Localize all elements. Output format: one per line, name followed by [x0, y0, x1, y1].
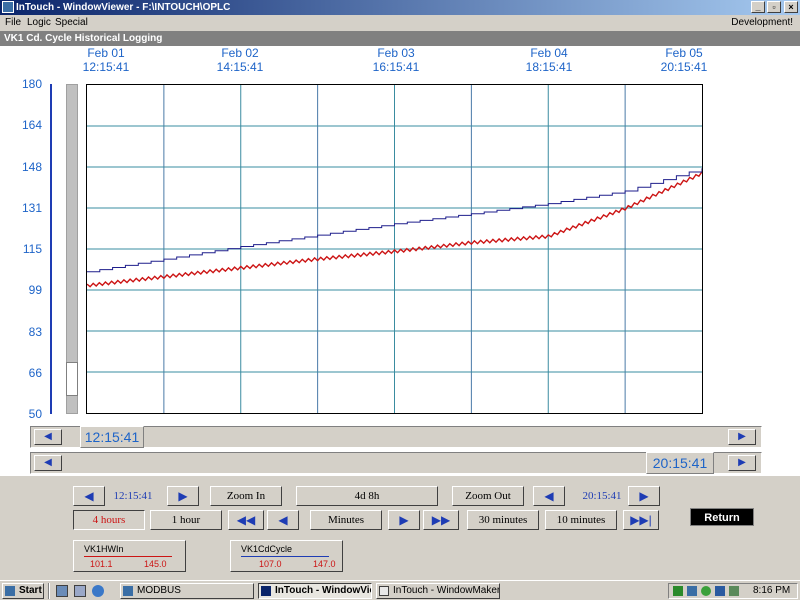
pen-max-value: 145.0 — [144, 559, 167, 569]
scroll-left-button[interactable]: ◀ — [34, 455, 62, 471]
windows-logo-icon — [5, 586, 15, 596]
taskbar-item-label: InTouch - WindowViewer... — [275, 585, 371, 596]
app-icon — [261, 586, 271, 596]
x-tick-label: Feb 02 14:15:41 — [216, 46, 264, 74]
y-tick-label: 164 — [21, 118, 42, 133]
y-tick-label: 83 — [28, 324, 42, 339]
start-label: Start — [19, 585, 42, 596]
x-tick-label: Feb 01 12:15:41 — [82, 46, 130, 74]
fast-forward-button[interactable]: ▶▶ — [423, 510, 459, 530]
y-axis-line — [50, 84, 52, 414]
pen-legend-cdcycle[interactable]: VK1CdCycle 107.0 147.0 — [230, 540, 343, 572]
scroll-left-button[interactable]: ◀ — [34, 429, 62, 445]
right-time-forward-button[interactable]: ▶ — [628, 486, 660, 506]
maximize-button[interactable]: ▫ — [767, 1, 781, 13]
system-tray: 8:16 PM — [668, 583, 798, 599]
taskbar: Start MODBUS InTouch - WindowViewer... I… — [0, 580, 800, 600]
computer-icon[interactable] — [74, 585, 86, 597]
y-tick-label: 180 — [21, 77, 42, 91]
minimize-button[interactable]: _ — [751, 1, 765, 13]
vertical-scroll-thumb[interactable] — [66, 362, 78, 396]
right-time-value: 20:15:41 — [582, 490, 622, 502]
window-subtitle: VK1 Cd. Cycle Historical Logging — [0, 31, 800, 46]
taskbar-item-modbus[interactable]: MODBUS — [120, 583, 254, 599]
y-tick-label: 99 — [28, 283, 42, 298]
scroll-right-button[interactable]: ▶ — [728, 429, 756, 445]
y-tick-label: 115 — [22, 242, 42, 256]
x-axis-labels: Feb 01 12:15:41 Feb 02 14:15:41 Feb 03 16:1… — [56, 46, 756, 78]
pen-name: VK1HWIn — [84, 544, 124, 554]
y-tick-label: 50 — [28, 407, 42, 421]
tray-icon[interactable] — [715, 586, 725, 596]
left-time-back-button[interactable]: ◀ — [73, 486, 105, 506]
menu-bar: File Logic Special Development! — [0, 15, 800, 30]
pen-min-value: 107.0 — [259, 559, 282, 569]
app-icon — [123, 586, 133, 596]
menu-special[interactable]: Special — [52, 15, 91, 30]
taskbar-item-windowviewer[interactable]: InTouch - WindowViewer... — [258, 583, 372, 599]
pen-min-value: 101.1 — [90, 559, 113, 569]
scroll-right-button[interactable]: ▶ — [728, 455, 756, 471]
pen-legend-hwin[interactable]: VK1HWIn 101.1 145.0 — [73, 540, 186, 572]
clock: 8:16 PM — [753, 585, 791, 596]
x-tick-label: Feb 03 16:15:41 — [372, 46, 420, 74]
x-tick-label: Feb 05 20:15:41 — [660, 46, 708, 74]
pen-color-line — [241, 556, 329, 557]
y-tick-label: 148 — [21, 159, 42, 174]
start-time-thumb[interactable]: 12:15:41 — [80, 426, 144, 448]
pen-color-line — [84, 556, 172, 557]
desktop-icon[interactable] — [56, 585, 68, 597]
step-forward-button[interactable]: ▶ — [388, 510, 420, 530]
x-tick-label: Feb 04 18:15:41 — [525, 46, 573, 74]
30-minutes-button[interactable]: 30 minutes — [467, 510, 539, 530]
left-time-forward-button[interactable]: ▶ — [167, 486, 199, 506]
1-hour-button[interactable]: 1 hour — [150, 510, 222, 530]
10-minutes-button[interactable]: 10 minutes — [545, 510, 617, 530]
tray-icon[interactable] — [729, 586, 739, 596]
step-back-button[interactable]: ◀ — [267, 510, 299, 530]
y-axis-labels: 180 164 148 131 115 99 83 66 50 — [0, 0, 50, 430]
end-time-thumb[interactable]: 20:15:41 — [646, 452, 714, 474]
y-tick-label: 66 — [28, 365, 42, 380]
zoom-in-button[interactable]: Zoom In — [210, 486, 282, 506]
fast-rewind-button[interactable]: ◀◀ — [228, 510, 264, 530]
trend-plot[interactable] — [86, 84, 703, 414]
minutes-button[interactable]: Minutes — [310, 510, 382, 530]
return-button[interactable]: Return — [690, 508, 754, 526]
network-icon[interactable] — [673, 586, 683, 596]
browser-icon[interactable] — [92, 585, 104, 597]
start-button[interactable]: Start — [2, 583, 44, 599]
close-button[interactable]: × — [784, 1, 798, 13]
taskbar-item-label: InTouch - WindowMaker -... — [393, 585, 500, 596]
taskbar-item-windowmaker[interactable]: InTouch - WindowMaker -... — [376, 583, 500, 599]
tray-icon[interactable] — [687, 586, 697, 596]
taskbar-divider — [48, 583, 50, 599]
span-display: 4d 8h — [296, 486, 438, 506]
y-tick-label: 131 — [21, 200, 42, 215]
tray-icon[interactable] — [701, 586, 711, 596]
pen-max-value: 147.0 — [313, 559, 336, 569]
zoom-out-button[interactable]: Zoom Out — [452, 486, 524, 506]
go-to-end-button[interactable]: ▶▶| — [623, 510, 659, 530]
app-icon — [379, 586, 389, 596]
left-time-value: 12:15:41 — [113, 490, 153, 502]
pen-name: VK1CdCycle — [241, 544, 293, 554]
trend-chart-svg — [86, 85, 703, 413]
taskbar-item-label: MODBUS — [137, 585, 181, 596]
development-label[interactable]: Development! — [728, 15, 796, 30]
4-hours-button[interactable]: 4 hours — [73, 510, 145, 530]
window-title-bar: InTouch - WindowViewer - F:\INTOUCH\OPLC — [0, 0, 800, 15]
right-time-back-button[interactable]: ◀ — [533, 486, 565, 506]
